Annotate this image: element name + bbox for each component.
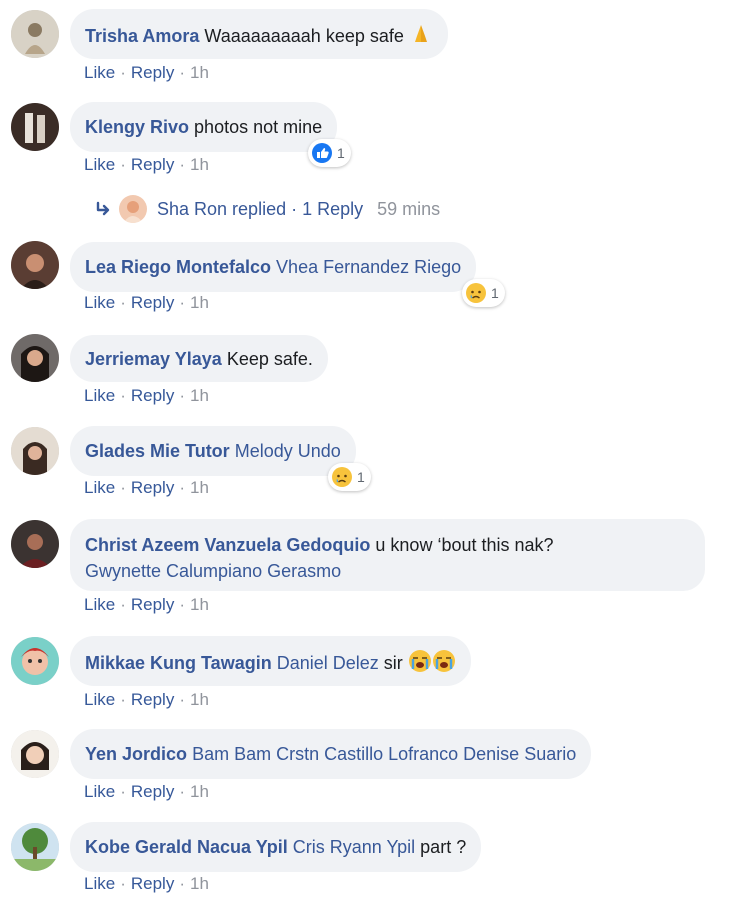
comment-bubble: Glades Mie Tutor Melody Undo: [70, 426, 356, 476]
comment-author[interactable]: Mikkae Kung Tawagin: [85, 653, 272, 673]
comment-author[interactable]: Christ Azeem Vanzuela Gedoquio: [85, 535, 370, 555]
reply-link[interactable]: Reply: [131, 874, 174, 893]
comment-time[interactable]: 1h: [190, 63, 209, 82]
like-link[interactable]: Like: [84, 782, 115, 801]
like-link[interactable]: Like: [84, 595, 115, 614]
like-link[interactable]: Like: [84, 386, 115, 405]
avatar[interactable]: [11, 520, 59, 568]
comment-author[interactable]: Yen Jordico: [85, 744, 187, 764]
comment-actions: Like · Reply · 1h: [84, 155, 209, 174]
loudly-crying-face-icon: [432, 650, 455, 672]
comment-time[interactable]: 1h: [190, 595, 209, 614]
reaction-badge[interactable]: 1: [308, 139, 351, 167]
reply-time: 59 mins: [377, 198, 441, 219]
comment-actions: Like · Reply · 1h: [84, 782, 209, 801]
replies-summary[interactable]: Sha Ron replied · 1 Reply 59 mins: [95, 195, 441, 223]
comment-bubble: Christ Azeem Vanzuela Gedoquio u know ‘b…: [70, 519, 705, 591]
comment-bubble: Lea Riego Montefalco Vhea Fernandez Rieg…: [70, 242, 477, 292]
comment-bubble: Jerriemay Ylaya Keep safe.: [70, 335, 328, 382]
like-link[interactable]: Like: [84, 874, 115, 893]
comment-text: u know ‘bout this nak?: [375, 535, 554, 555]
tagged-user[interactable]: Daniel Delez: [277, 653, 379, 673]
avatar[interactable]: [11, 334, 59, 382]
reply-link[interactable]: Reply: [131, 690, 174, 709]
comment-text: Waaaaaaaaah keep safe: [204, 26, 404, 46]
tagged-user[interactable]: Melody Undo: [235, 441, 341, 461]
avatar[interactable]: [11, 10, 59, 58]
sad-face-icon: [332, 467, 352, 487]
comment-time[interactable]: 1h: [190, 782, 209, 801]
comment-actions: Like · Reply · 1h: [84, 63, 209, 82]
reply-link[interactable]: Reply: [131, 386, 174, 405]
avatar[interactable]: [11, 823, 59, 871]
comment-text: sir: [383, 653, 403, 673]
reply-link[interactable]: Reply: [131, 63, 174, 82]
like-link[interactable]: Like: [84, 155, 115, 174]
comment-text: photos not mine: [194, 117, 323, 137]
comment-bubble: Mikkae Kung Tawagin Daniel Delez sir: [70, 636, 471, 686]
avatar: [119, 195, 147, 223]
comment-time[interactable]: 1h: [190, 155, 209, 174]
comment-time[interactable]: 1h: [190, 386, 209, 405]
view-replies-link[interactable]: Sha Ron replied · 1 Reply: [157, 199, 363, 220]
praying-hands-icon: [414, 25, 427, 42]
avatar[interactable]: [11, 103, 59, 151]
sad-face-icon: [466, 283, 486, 303]
comment-time[interactable]: 1h: [190, 293, 209, 312]
comment-bubble: Trisha Amora Waaaaaaaaah keep safe: [70, 9, 448, 59]
like-link[interactable]: Like: [84, 478, 115, 497]
comment-actions: Like · Reply · 1h: [84, 293, 209, 312]
reply-link[interactable]: Reply: [131, 782, 174, 801]
avatar[interactable]: [11, 637, 59, 685]
like-link[interactable]: Like: [84, 293, 115, 312]
comment-author[interactable]: Klengy Rivo: [85, 117, 189, 137]
reply-arrow-icon: [96, 201, 110, 216]
comment-text: part ?: [420, 837, 467, 857]
comment-actions: Like · Reply · 1h: [84, 874, 209, 893]
comment-bubble: Yen Jordico Bam Bam Crstn Castillo Lofra…: [70, 729, 592, 779]
reaction-count: 1: [491, 285, 499, 301]
comment-author[interactable]: Jerriemay Ylaya: [85, 349, 222, 369]
reaction-count: 1: [357, 469, 365, 485]
thumbs-up-icon: [312, 143, 332, 163]
comment-actions: Like · Reply · 1h: [84, 595, 209, 614]
avatar[interactable]: [11, 730, 59, 778]
avatar[interactable]: [11, 427, 59, 475]
comment-time[interactable]: 1h: [190, 690, 209, 709]
reply-link[interactable]: Reply: [131, 595, 174, 614]
avatar[interactable]: [11, 241, 59, 289]
tagged-user[interactable]: Bam Bam Crstn Castillo Lofranco Denise S…: [192, 744, 576, 764]
comment-text: Keep safe.: [226, 349, 313, 369]
comment-time[interactable]: 1h: [190, 478, 209, 497]
comment-author[interactable]: Trisha Amora: [85, 26, 199, 46]
reaction-count: 1: [337, 145, 345, 161]
comment-author[interactable]: Kobe Gerald Nacua Ypil: [85, 837, 288, 857]
tagged-user[interactable]: Gwynette Calumpiano Gerasmo: [85, 561, 341, 581]
reaction-badge[interactable]: 1: [328, 463, 371, 491]
comment-author[interactable]: Lea Riego Montefalco: [85, 257, 271, 277]
comment-author[interactable]: Glades Mie Tutor: [85, 441, 230, 461]
loudly-crying-face-icon: [408, 650, 431, 672]
comment-bubble: Klengy Rivo photos not mine: [70, 102, 338, 152]
reply-link[interactable]: Reply: [131, 155, 174, 174]
reply-link[interactable]: Reply: [131, 478, 174, 497]
reply-link[interactable]: Reply: [131, 293, 174, 312]
comment-actions: Like · Reply · 1h: [84, 478, 209, 497]
like-link[interactable]: Like: [84, 63, 115, 82]
comment-time[interactable]: 1h: [190, 874, 209, 893]
reaction-badge[interactable]: 1: [462, 279, 505, 307]
comment-actions: Like · Reply · 1h: [84, 690, 209, 709]
comment-actions: Like · Reply · 1h: [84, 386, 209, 405]
tagged-user[interactable]: Vhea Fernandez Riego: [276, 257, 461, 277]
tagged-user[interactable]: Cris Ryann Ypil: [293, 837, 415, 857]
comment-bubble: Kobe Gerald Nacua Ypil Cris Ryann Ypil p…: [70, 822, 482, 872]
like-link[interactable]: Like: [84, 690, 115, 709]
